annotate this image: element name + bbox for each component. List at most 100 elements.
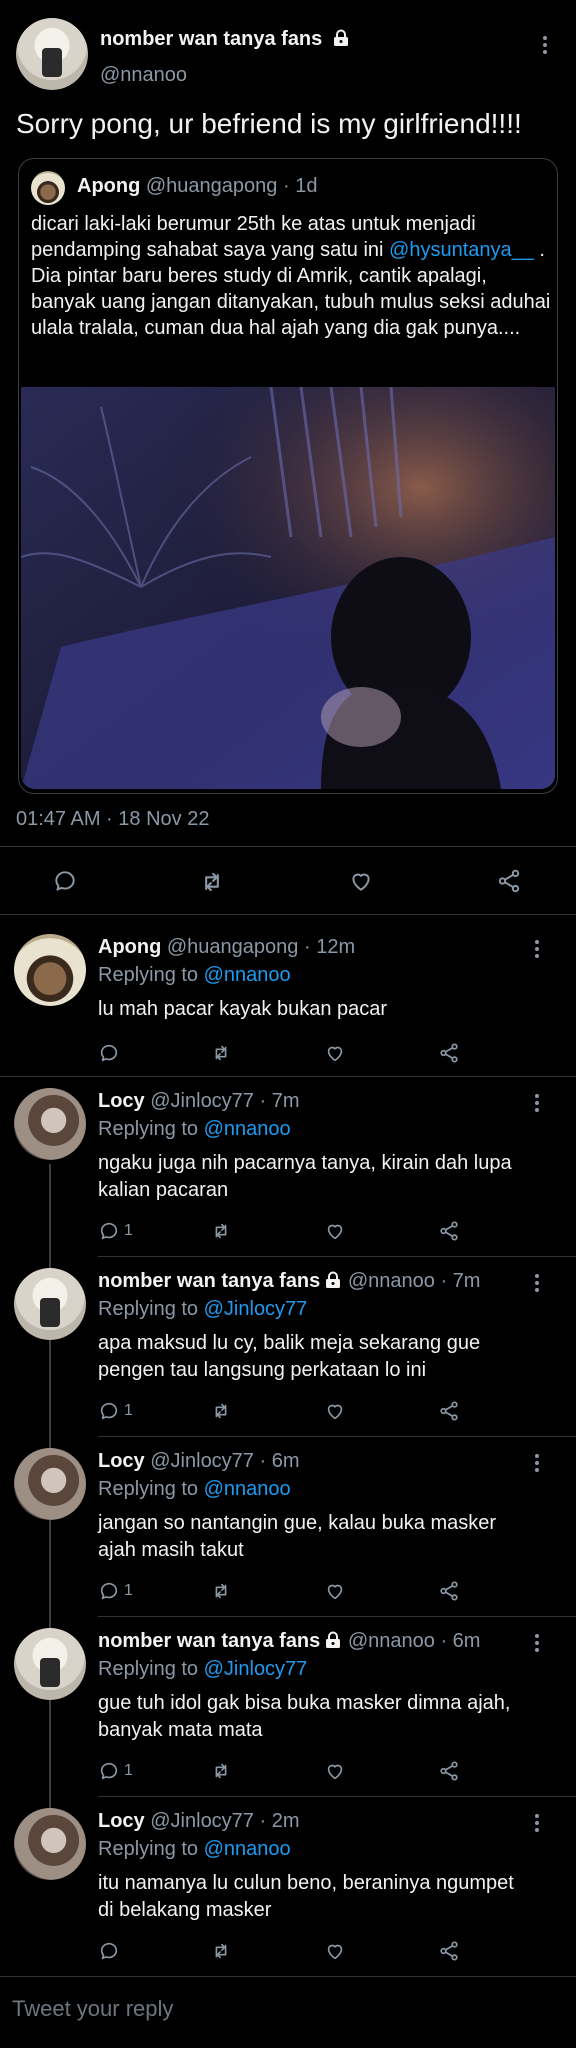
share-icon <box>440 1941 458 1961</box>
more-options-icon[interactable] <box>534 1814 540 1835</box>
reply-button[interactable] <box>98 1940 124 1962</box>
reply-author-name[interactable]: Locy <box>98 1810 145 1832</box>
main-tweet-actions <box>0 868 576 894</box>
share-button[interactable] <box>496 868 522 894</box>
reply-count: 1 <box>124 1582 133 1599</box>
retweet-button[interactable] <box>210 1042 232 1064</box>
replying-to-label: Replying to <box>98 1838 199 1860</box>
reply-composer-input[interactable] <box>0 1978 576 2040</box>
share-button[interactable] <box>438 1760 460 1782</box>
more-options-icon[interactable] <box>542 36 548 57</box>
replying-to-link[interactable]: @nnanoo <box>204 1118 291 1140</box>
reply-button[interactable] <box>52 868 78 894</box>
more-options-icon[interactable] <box>534 1634 540 1655</box>
reply-author-name[interactable]: nomber wan tanya fans <box>98 1270 320 1292</box>
quoted-media-image[interactable] <box>21 387 555 789</box>
reply-author-name[interactable]: nomber wan tanya fans <box>98 1630 320 1652</box>
reply-icon <box>100 1582 118 1600</box>
reply-button[interactable] <box>98 1042 124 1064</box>
reply-avatar[interactable] <box>14 1448 86 1520</box>
like-button[interactable] <box>324 1400 346 1422</box>
reply-author-handle[interactable]: @Jinlocy77 <box>150 1090 254 1112</box>
quoted-tweet-card[interactable]: Apong @huangapong · 1d dicari laki-laki … <box>18 158 558 794</box>
retweet-icon <box>215 1403 227 1419</box>
reply-button[interactable]: 1 <box>98 1760 133 1782</box>
quoted-mention-link[interactable]: @hysuntanya__ <box>389 239 534 261</box>
replying-to-link[interactable]: @nnanoo <box>204 1838 291 1860</box>
main-author-handle[interactable]: @nnanoo <box>100 64 187 87</box>
replying-to-link[interactable]: @nnanoo <box>204 1478 291 1500</box>
like-icon <box>327 1944 343 1960</box>
retweet-button[interactable] <box>210 1220 232 1242</box>
divider <box>98 1256 576 1257</box>
retweet-button[interactable] <box>210 1760 232 1782</box>
more-options-icon[interactable] <box>534 1274 540 1295</box>
reply-avatar[interactable] <box>14 1088 86 1160</box>
share-icon <box>440 1581 458 1601</box>
more-options-icon[interactable] <box>534 940 540 961</box>
reply-icon <box>100 1222 118 1240</box>
divider <box>98 1796 576 1797</box>
replying-to-link[interactable]: @nnanoo <box>204 964 291 986</box>
reply-author-handle[interactable]: @Jinlocy77 <box>150 1450 254 1472</box>
share-button[interactable] <box>438 1580 460 1602</box>
reply-author-handle[interactable]: @Jinlocy77 <box>150 1810 254 1832</box>
reply-icon <box>55 871 75 891</box>
reply-avatar[interactable] <box>14 1808 86 1880</box>
reply-author-name[interactable]: Apong <box>98 936 161 958</box>
like-icon <box>327 1404 343 1420</box>
reply-text: itu namanya lu culun beno, beraninya ngu… <box>98 1872 514 1921</box>
like-button[interactable] <box>324 1760 346 1782</box>
replying-to-link[interactable]: @Jinlocy77 <box>204 1658 308 1680</box>
reply-author-name[interactable]: Locy <box>98 1090 145 1112</box>
share-button[interactable] <box>438 1400 460 1422</box>
retweet-button[interactable] <box>210 1580 232 1602</box>
share-button[interactable] <box>438 1940 460 1962</box>
reply-author-handle[interactable]: @nnanoo <box>348 1270 435 1292</box>
reply-button[interactable]: 1 <box>98 1220 133 1242</box>
like-button[interactable] <box>324 1042 346 1064</box>
replying-to-label: Replying to <box>98 964 199 986</box>
share-icon <box>440 1043 458 1063</box>
like-icon <box>352 873 370 891</box>
reply-time: · 2m <box>259 1810 300 1832</box>
like-icon <box>327 1046 343 1062</box>
reply-text: lu mah pacar kayak bukan pacar <box>98 998 388 1020</box>
more-options-icon[interactable] <box>534 1454 540 1475</box>
replying-to-label: Replying to <box>98 1658 199 1680</box>
replying-to-label: Replying to <box>98 1478 199 1500</box>
share-icon <box>440 1221 458 1241</box>
share-icon <box>440 1401 458 1421</box>
retweet-button[interactable] <box>210 1940 232 1962</box>
reply-icon <box>100 1402 118 1420</box>
reply-time: · 6m <box>440 1630 481 1652</box>
like-icon <box>327 1584 343 1600</box>
more-options-icon[interactable] <box>534 1094 540 1115</box>
reply-author-handle[interactable]: @nnanoo <box>348 1630 435 1652</box>
like-button[interactable] <box>348 868 374 894</box>
like-button[interactable] <box>324 1220 346 1242</box>
like-button[interactable] <box>324 1580 346 1602</box>
reply-avatar[interactable] <box>14 934 86 1006</box>
reply-button[interactable]: 1 <box>98 1400 133 1422</box>
retweet-button[interactable] <box>198 868 226 896</box>
reply-avatar[interactable] <box>14 1628 86 1700</box>
share-button[interactable] <box>438 1042 460 1064</box>
quoted-time: · 1d <box>282 175 318 197</box>
main-author-name[interactable]: nomber wan tanya fans <box>100 28 322 50</box>
replying-to-link[interactable]: @Jinlocy77 <box>204 1298 308 1320</box>
reply-time: · 7m <box>259 1090 300 1112</box>
retweet-icon <box>215 1045 227 1061</box>
retweet-icon <box>215 1223 227 1239</box>
like-button[interactable] <box>324 1940 346 1962</box>
reply-button[interactable]: 1 <box>98 1580 133 1602</box>
reply-author-handle[interactable]: @huangapong <box>167 936 299 958</box>
retweet-button[interactable] <box>210 1400 232 1422</box>
retweet-icon <box>205 872 219 892</box>
share-button[interactable] <box>438 1220 460 1242</box>
main-author-name-row[interactable]: nomber wan tanya fans <box>100 28 350 51</box>
reply-author-name[interactable]: Locy <box>98 1450 145 1472</box>
reply-avatar[interactable] <box>14 1268 86 1340</box>
main-author-avatar[interactable] <box>16 18 88 90</box>
retweet-icon <box>215 1943 227 1959</box>
